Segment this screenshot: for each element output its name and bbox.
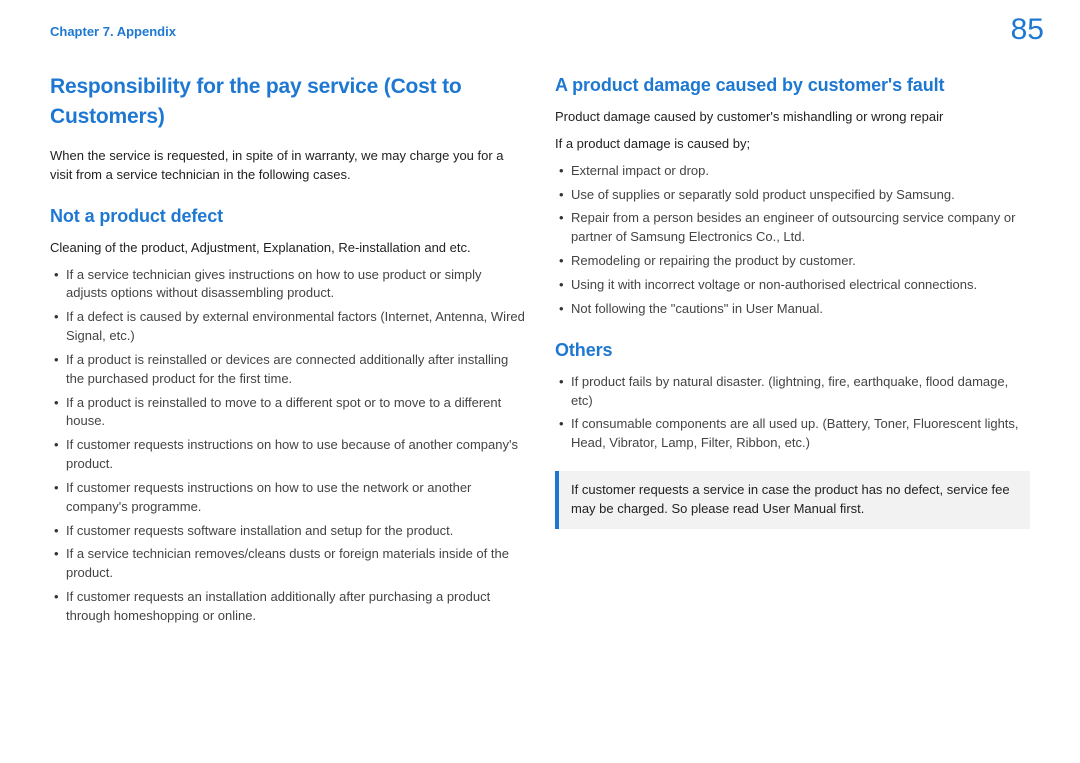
not-a-product-defect-lead: Cleaning of the product, Adjustment, Exp… <box>50 239 525 258</box>
not-a-product-defect-section: Not a product defect Cleaning of the pro… <box>50 203 525 626</box>
list-item: If a product is reinstalled to move to a… <box>50 394 525 432</box>
list-item: Repair from a person besides an engineer… <box>555 209 1030 247</box>
list-item: Using it with incorrect voltage or non-a… <box>555 276 1030 295</box>
list-item: Not following the "cautions" in User Man… <box>555 300 1030 319</box>
list-item: If a defect is caused by external enviro… <box>50 308 525 346</box>
list-item: If product fails by natural disaster. (l… <box>555 373 1030 411</box>
customer-fault-title: A product damage caused by customer's fa… <box>555 72 1030 98</box>
main-title-section: Responsibility for the pay service (Cost… <box>50 72 525 185</box>
page-header: Chapter 7. Appendix 85 <box>0 0 1080 42</box>
not-a-product-defect-list: If a service technician gives instructio… <box>50 266 525 626</box>
list-item: If consumable components are all used up… <box>555 415 1030 453</box>
others-list: If product fails by natural disaster. (l… <box>555 373 1030 453</box>
list-item: If customer requests instructions on how… <box>50 479 525 517</box>
customer-fault-list: External impact or drop. Use of supplies… <box>555 162 1030 319</box>
list-item: If a product is reinstalled or devices a… <box>50 351 525 389</box>
chapter-label: Chapter 7. Appendix <box>50 23 176 42</box>
customer-fault-lead1: Product damage caused by customer's mish… <box>555 108 1030 127</box>
list-item: If customer requests instructions on how… <box>50 436 525 474</box>
customer-fault-section: A product damage caused by customer's fa… <box>555 72 1030 319</box>
list-item: If customer requests an installation add… <box>50 588 525 626</box>
list-item: If a service technician removes/cleans d… <box>50 545 525 583</box>
list-item: External impact or drop. <box>555 162 1030 181</box>
right-column: A product damage caused by customer's fa… <box>555 72 1030 644</box>
intro-paragraph: When the service is requested, in spite … <box>50 147 525 185</box>
list-item: Remodeling or repairing the product by c… <box>555 252 1030 271</box>
list-item: If a service technician gives instructio… <box>50 266 525 304</box>
page-number: 85 <box>1011 8 1044 52</box>
others-section: Others If product fails by natural disas… <box>555 337 1030 453</box>
others-title: Others <box>555 337 1030 363</box>
main-title: Responsibility for the pay service (Cost… <box>50 72 525 133</box>
list-item: If customer requests software installati… <box>50 522 525 541</box>
not-a-product-defect-title: Not a product defect <box>50 203 525 229</box>
list-item: Use of supplies or separatly sold produc… <box>555 186 1030 205</box>
left-column: Responsibility for the pay service (Cost… <box>50 72 525 644</box>
note-box: If customer requests a service in case t… <box>555 471 1030 529</box>
customer-fault-lead2: If a product damage is caused by; <box>555 135 1030 154</box>
page-content: Responsibility for the pay service (Cost… <box>0 42 1080 644</box>
